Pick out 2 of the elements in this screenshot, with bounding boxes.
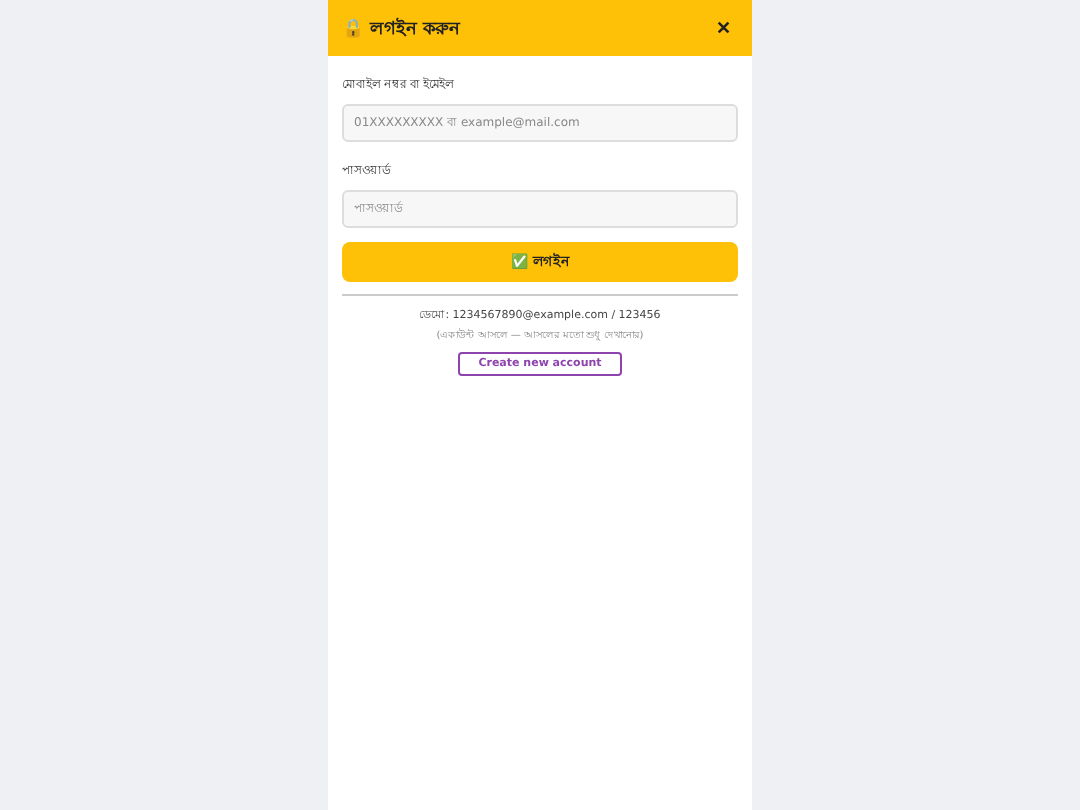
dialog-title: 🔒 লগইন করুন xyxy=(342,15,459,43)
close-button[interactable]: ✕ xyxy=(716,18,732,38)
